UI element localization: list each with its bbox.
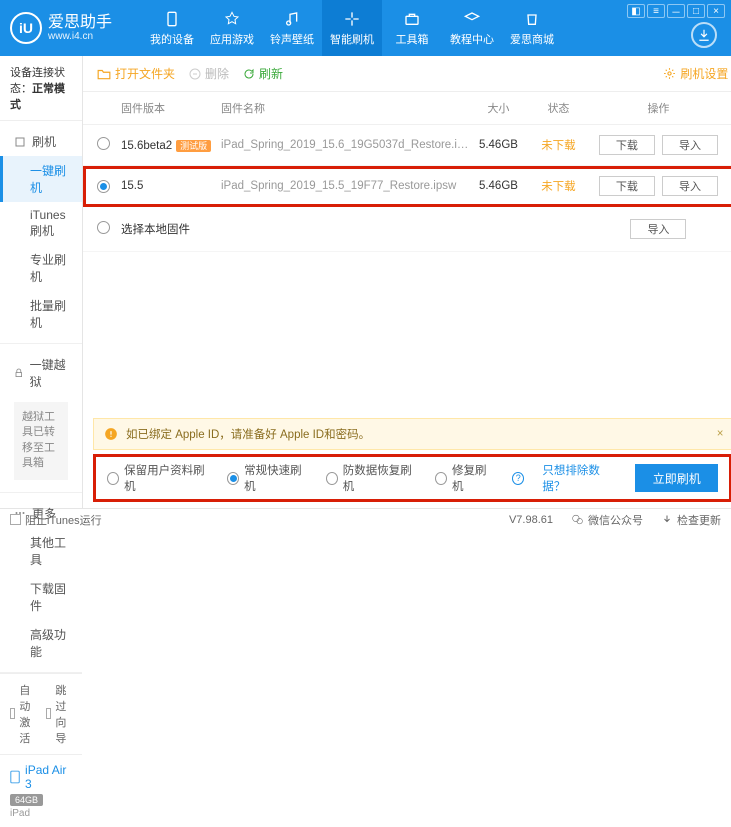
wechat-link[interactable]: 微信公众号 — [571, 512, 643, 528]
connection-status: 设备连接状态：正常模式 — [0, 56, 82, 121]
sidebar-head-jailbreak[interactable]: 一键越狱 — [0, 350, 82, 396]
sidebar-item-advanced[interactable]: 高级功能 — [0, 620, 82, 666]
row-radio[interactable] — [97, 221, 110, 234]
import-button[interactable]: 导入 — [662, 176, 718, 196]
sidebar-item-itunes-flash[interactable]: iTunes刷机 — [0, 202, 82, 245]
exclude-data-link[interactable]: 只想排除数据？ — [542, 462, 617, 494]
win-minimize-button[interactable]: － — [667, 4, 685, 18]
close-icon[interactable]: × — [717, 428, 724, 440]
row-radio[interactable] — [97, 137, 110, 150]
import-button[interactable]: 导入 — [662, 135, 718, 155]
help-icon[interactable]: ? — [512, 472, 524, 485]
win-close-button[interactable]: × — [707, 4, 725, 18]
storage-badge: 64GB — [10, 794, 43, 806]
check-update-link[interactable]: 检查更新 — [661, 512, 721, 528]
nav-ringtones[interactable]: 铃声壁纸 — [262, 0, 322, 56]
flash-mode-bar: 保留用户资料刷机 常规快速刷机 防数据恢复刷机 修复刷机 ? 只想排除数据？ 立… — [93, 454, 731, 502]
skip-guide-checkbox[interactable]: 跳过向导 — [46, 682, 72, 746]
win-menu-button[interactable]: ≡ — [647, 4, 665, 18]
nav-tutorials[interactable]: 教程中心 — [442, 0, 502, 56]
warning-icon — [104, 427, 118, 441]
block-itunes-checkbox[interactable]: 阻止iTunes运行 — [10, 512, 102, 528]
app-logo: iU 爱思助手 www.i4.cn — [10, 12, 112, 44]
download-button[interactable]: 下载 — [599, 135, 655, 155]
refresh-button[interactable]: 刷新 — [243, 65, 283, 82]
toolbar: 打开文件夹 删除 刷新 刷机设置 — [83, 56, 731, 92]
main-panel: 打开文件夹 删除 刷新 刷机设置 固件版本 固件名称 大小 状态 操作 15.6… — [83, 56, 731, 508]
titlebar: iU 爱思助手 www.i4.cn 我的设备 应用游戏 铃声壁纸 智能刷机 工具… — [0, 0, 731, 56]
sidebar: 设备连接状态：正常模式 刷机 一键刷机 iTunes刷机 专业刷机 批量刷机 一… — [0, 56, 83, 508]
nav-toolbox[interactable]: 工具箱 — [382, 0, 442, 56]
logo-icon: iU — [10, 12, 42, 44]
jailbreak-moved-note: 越狱工具已转移至工具箱 — [14, 402, 68, 480]
sidebar-item-pro-flash[interactable]: 专业刷机 — [0, 245, 82, 291]
nav-store[interactable]: 爱思商城 — [502, 0, 562, 56]
sidebar-item-oneclick-flash[interactable]: 一键刷机 — [0, 156, 82, 202]
gear-icon — [663, 67, 676, 80]
table-header: 固件版本 固件名称 大小 状态 操作 — [83, 92, 731, 125]
refresh-icon — [243, 68, 255, 80]
app-title: 爱思助手 — [48, 14, 112, 32]
firmware-row[interactable]: 15.6beta2测试版 iPad_Spring_2019_15.6_19G50… — [83, 125, 731, 166]
wechat-icon — [571, 513, 584, 526]
auto-activate-checkbox[interactable]: 自动激活 — [10, 682, 36, 746]
sidebar-item-download-fw[interactable]: 下载固件 — [0, 574, 82, 620]
main-nav: 我的设备 应用游戏 铃声壁纸 智能刷机 工具箱 教程中心 爱思商城 — [142, 0, 562, 56]
beta-tag: 测试版 — [176, 140, 211, 152]
mode-quick-flash[interactable]: 常规快速刷机 — [227, 462, 308, 494]
sidebar-item-other-tools[interactable]: 其他工具 — [0, 528, 82, 574]
mode-repair-flash[interactable]: 修复刷机 — [435, 462, 494, 494]
download-manager-icon[interactable] — [691, 22, 717, 48]
window-controls: ◧ ≡ － □ × — [627, 4, 725, 18]
download-button[interactable]: 下载 — [599, 176, 655, 196]
sidebar-head-flash[interactable]: 刷机 — [0, 127, 82, 156]
tablet-icon — [10, 770, 20, 784]
update-icon — [661, 514, 673, 526]
version-label: V7.98.61 — [509, 514, 553, 526]
folder-icon — [97, 68, 111, 80]
flash-settings-button[interactable]: 刷机设置 — [663, 65, 728, 82]
statusbar: 阻止iTunes运行 V7.98.61 微信公众号 检查更新 — [0, 508, 731, 530]
delete-icon — [189, 68, 201, 80]
mode-anti-recovery[interactable]: 防数据恢复刷机 — [326, 462, 417, 494]
nav-apps-games[interactable]: 应用游戏 — [202, 0, 262, 56]
win-maximize-button[interactable]: □ — [687, 4, 705, 18]
sidebar-item-batch-flash[interactable]: 批量刷机 — [0, 291, 82, 337]
nav-my-device[interactable]: 我的设备 — [142, 0, 202, 56]
apple-id-warning: 如已绑定 Apple ID，请准备好 Apple ID和密码。 × — [93, 418, 731, 450]
win-skin-button[interactable]: ◧ — [627, 4, 645, 18]
import-button[interactable]: 导入 — [630, 219, 686, 239]
open-folder-button[interactable]: 打开文件夹 — [97, 65, 175, 82]
device-model: iPad — [10, 808, 72, 819]
select-local-firmware-row[interactable]: 选择本地固件 导入 — [83, 207, 731, 252]
flash-now-button[interactable]: 立即刷机 — [635, 464, 718, 492]
delete-button[interactable]: 删除 — [189, 65, 229, 82]
app-url: www.i4.cn — [48, 31, 112, 42]
device-card[interactable]: iPad Air 3 64GB iPad — [0, 754, 82, 827]
firmware-row[interactable]: 15.5 iPad_Spring_2019_15.5_19F77_Restore… — [83, 166, 731, 207]
row-radio[interactable] — [97, 180, 110, 193]
mode-keep-data[interactable]: 保留用户资料刷机 — [107, 462, 209, 494]
nav-smart-flash[interactable]: 智能刷机 — [322, 0, 382, 56]
